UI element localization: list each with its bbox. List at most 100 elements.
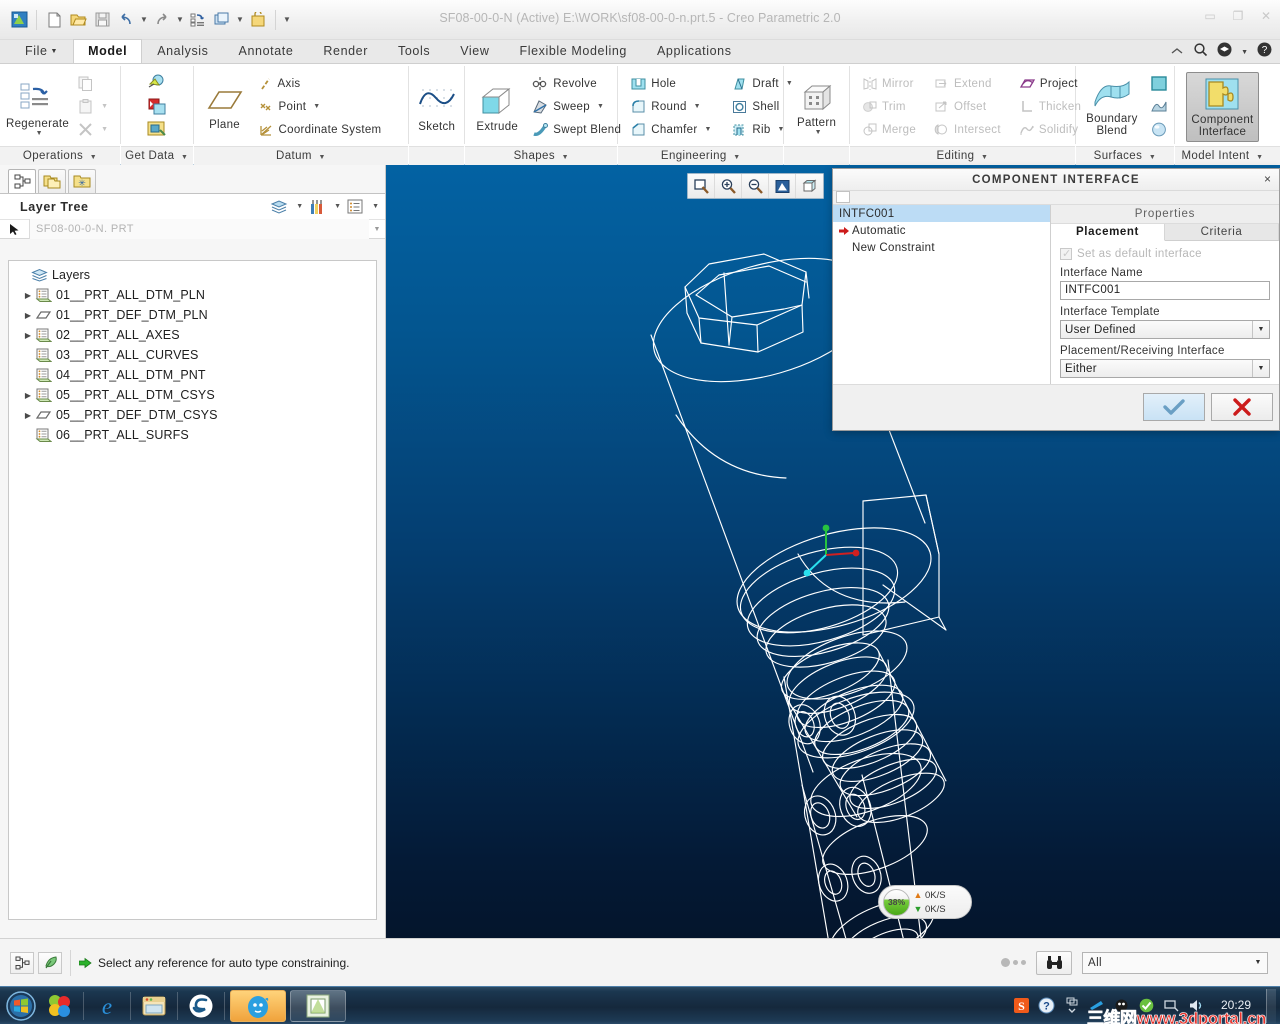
mirror-button[interactable]: Mirror (857, 73, 921, 95)
regenerate-icon[interactable] (187, 9, 209, 31)
show-desktop-button[interactable] (1266, 988, 1276, 1023)
chevron-down-icon[interactable]: ▼ (36, 130, 43, 137)
offset-button[interactable]: Offset (929, 96, 1006, 118)
cursor-arrow-icon[interactable] (0, 219, 30, 239)
help-icon[interactable]: ? (1257, 42, 1272, 62)
regenerate-button[interactable]: Regenerate ▼ (5, 76, 70, 138)
dialog-tool-box[interactable] (836, 191, 850, 203)
tree-item-4[interactable]: 04__PRT_ALL_DTM_PNT (9, 365, 376, 385)
freestyle-button[interactable] (1145, 119, 1173, 141)
ok-button[interactable] (1143, 393, 1205, 421)
tree-expander[interactable]: ▶ (21, 291, 35, 300)
tree-expander[interactable]: ▶ (21, 331, 35, 340)
tree-item-2[interactable]: ▶ 02__PRT_ALL_AXES (9, 325, 376, 345)
chevron-down-icon[interactable]: ▼ (1249, 959, 1267, 966)
tree-root-layers[interactable]: Layers (9, 265, 376, 285)
window-icon[interactable] (211, 9, 233, 31)
chevron-down-icon[interactable]: ▼ (334, 203, 341, 210)
placement-receiving-select[interactable]: Either ▼ (1060, 359, 1270, 378)
tree-expander[interactable]: ▶ (21, 411, 35, 420)
copy-button[interactable] (72, 73, 113, 95)
set-as-default-interface-row[interactable]: Set as default interface (1060, 247, 1270, 260)
sketch-button[interactable]: Sketch (411, 79, 463, 134)
window-dropdown-icon[interactable]: ▼ (235, 15, 245, 24)
tab-flexible-modeling[interactable]: Flexible Modeling (504, 39, 641, 63)
shrinkwrap-button[interactable] (142, 119, 172, 141)
chevron-down-icon[interactable]: ▼ (597, 103, 604, 110)
minimize-button[interactable]: ▭ (1202, 9, 1218, 23)
chevron-down-icon[interactable]: ▼ (313, 103, 320, 110)
taskbar-window-creo[interactable] (290, 989, 346, 1022)
point-button[interactable]: Point ▼ (253, 96, 387, 118)
tray-security-icon[interactable] (1113, 997, 1131, 1015)
chevron-down-icon[interactable]: ▼ (296, 203, 303, 210)
close-button[interactable]: ✕ (1258, 9, 1274, 23)
customize-qat-icon[interactable]: ▼ (282, 15, 292, 24)
tab-criteria[interactable]: Criteria (1165, 223, 1279, 241)
layer-filter-value[interactable]: SF08-00-0-N. PRT (30, 219, 369, 239)
group-label-datum[interactable]: Datum ▼ (193, 146, 409, 165)
start-button[interactable] (2, 989, 40, 1023)
zoom-out-icon[interactable] (742, 174, 769, 198)
plane-button[interactable]: Plane (199, 81, 251, 132)
tab-view[interactable]: View (445, 39, 504, 63)
group-label-engineering[interactable]: Engineering ▼ (618, 146, 784, 165)
paste-button[interactable]: ▼ (72, 96, 113, 118)
fill-surface-button[interactable] (1145, 73, 1173, 95)
new-file-icon[interactable] (43, 9, 65, 31)
close-window-icon[interactable] (247, 9, 269, 31)
model-tree-toggle-icon[interactable] (10, 951, 34, 974)
group-label-get-data[interactable]: Get Data ▼ (120, 146, 193, 165)
chevron-down-icon[interactable]: ▼ (372, 203, 379, 210)
network-monitor-widget[interactable]: 38% ▲ 0K/S ▼ 0K/S (878, 885, 972, 919)
group-label-operations[interactable]: Operations ▼ (0, 146, 120, 165)
dialog-title-bar[interactable]: COMPONENT INTERFACE × (833, 169, 1279, 191)
tree-display-icon[interactable] (344, 197, 366, 217)
component-interface-button[interactable]: Component Interface (1186, 71, 1259, 142)
group-label-shapes[interactable]: Shapes ▼ (465, 146, 618, 165)
pattern-button[interactable]: Pattern ▼ (791, 77, 843, 137)
tray-monitor-icon[interactable] (1163, 997, 1181, 1015)
model-tree-tab[interactable] (8, 169, 36, 193)
tray-sogou-icon[interactable]: S (1013, 997, 1031, 1015)
group-label-editing[interactable]: Editing ▼ (849, 146, 1075, 165)
chevron-down-icon[interactable]: ▼ (704, 126, 711, 133)
tree-expander[interactable]: ▶ (21, 311, 35, 320)
chevron-down-icon[interactable]: ▼ (1241, 49, 1248, 56)
chevron-down-icon[interactable]: ▼ (1252, 321, 1269, 338)
settings-tools-icon[interactable] (306, 197, 328, 217)
extend-button[interactable]: Extend (929, 73, 1006, 95)
tray-network-icon[interactable] (1088, 997, 1106, 1015)
save-icon[interactable] (91, 9, 113, 31)
set-default-checkbox[interactable] (1060, 247, 1072, 260)
undo-dropdown-icon[interactable]: ▼ (139, 15, 149, 24)
interface-list-item-new-constraint[interactable]: New Constraint (833, 239, 1050, 256)
tab-placement[interactable]: Placement (1051, 223, 1165, 241)
intersect-button[interactable]: Intersect (929, 119, 1006, 141)
restore-button[interactable]: ❐ (1230, 9, 1246, 23)
chamfer-button[interactable]: Chamfer ▼ (625, 119, 716, 141)
taskbar-explorer-icon[interactable] (140, 991, 168, 1021)
cancel-button[interactable] (1211, 393, 1273, 421)
taskbar-window-qq[interactable] (230, 989, 286, 1022)
extrude-button[interactable]: Extrude (470, 80, 524, 134)
swept-blend-button[interactable]: Swept Blend (526, 119, 626, 141)
delete-button[interactable]: ▼ (72, 119, 113, 141)
repaint-icon[interactable] (769, 174, 796, 198)
display-style-icon[interactable] (796, 174, 823, 198)
favorites-tab[interactable]: ✳ (68, 169, 96, 193)
tree-item-0[interactable]: ▶ 01__PRT_ALL_DTM_PLN (9, 285, 376, 305)
taskbar-clock[interactable]: 20:29 (1213, 999, 1259, 1012)
tree-item-3[interactable]: 03__PRT_ALL_CURVES (9, 345, 376, 365)
tab-tools[interactable]: Tools (383, 39, 445, 63)
refit-icon[interactable] (688, 174, 715, 198)
binoculars-icon[interactable] (1036, 950, 1072, 975)
feather-annotate-icon[interactable] (38, 951, 62, 974)
hole-button[interactable]: Hole (625, 73, 716, 95)
chevron-down-icon[interactable]: ▼ (369, 226, 385, 233)
redo-dropdown-icon[interactable]: ▼ (175, 15, 185, 24)
tab-applications[interactable]: Applications (642, 39, 747, 63)
undo-icon[interactable] (115, 9, 137, 31)
taskbar-colors-icon[interactable] (46, 991, 74, 1021)
tray-help-icon[interactable]: ? (1038, 997, 1056, 1015)
